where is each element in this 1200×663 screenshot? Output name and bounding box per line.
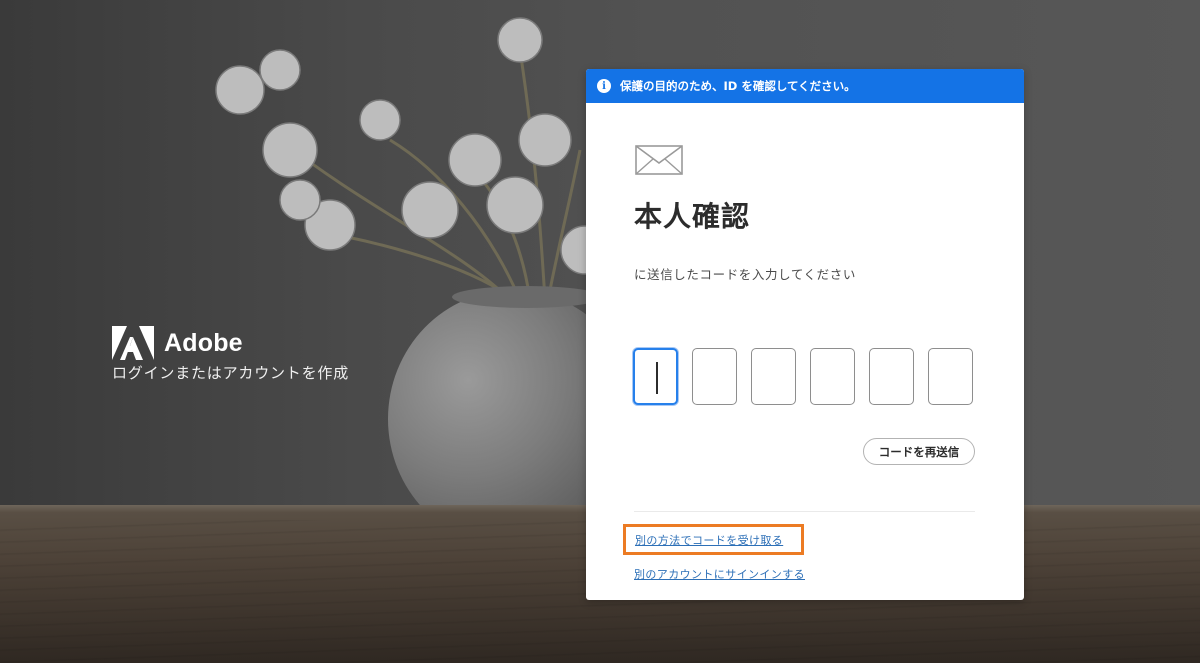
adobe-logo-icon	[112, 326, 154, 360]
highlight-box: 別の方法でコードを受け取る	[623, 524, 804, 555]
mail-icon	[635, 145, 683, 175]
code-digit-1[interactable]	[633, 348, 678, 405]
brand-subtitle: ログインまたはアカウントを作成	[112, 364, 350, 382]
dried-flowers-image	[215, 17, 610, 300]
code-digit-4[interactable]	[810, 348, 855, 405]
banner-text: 保護の目的のため、ID を確認してください。	[620, 79, 856, 93]
brand-row: Adobe	[112, 326, 349, 360]
brand-name: Adobe	[164, 328, 243, 357]
code-input-group	[633, 348, 973, 405]
resend-code-button[interactable]: コードを再送信	[863, 438, 975, 465]
other-account-link[interactable]: 別のアカウントにサインインする	[634, 566, 805, 582]
text-caret	[656, 362, 658, 394]
verification-dialog: i 保護の目的のため、ID を確認してください。 本人確認 に送信したコードを入…	[586, 69, 1024, 600]
alternate-method-link[interactable]: 別の方法でコードを受け取る	[635, 532, 783, 548]
code-digit-5[interactable]	[869, 348, 914, 405]
instruction-text: に送信したコードを入力してください	[634, 267, 856, 282]
info-icon: i	[597, 79, 611, 93]
info-banner: i 保護の目的のため、ID を確認してください。	[586, 69, 1024, 103]
code-digit-2[interactable]	[692, 348, 737, 405]
code-digit-6[interactable]	[928, 348, 973, 405]
vase-rim	[452, 286, 602, 308]
brand-block: Adobe ログインまたはアカウントを作成	[112, 326, 349, 383]
page-title: 本人確認	[634, 200, 751, 233]
code-digit-3[interactable]	[751, 348, 796, 405]
divider	[634, 511, 975, 512]
